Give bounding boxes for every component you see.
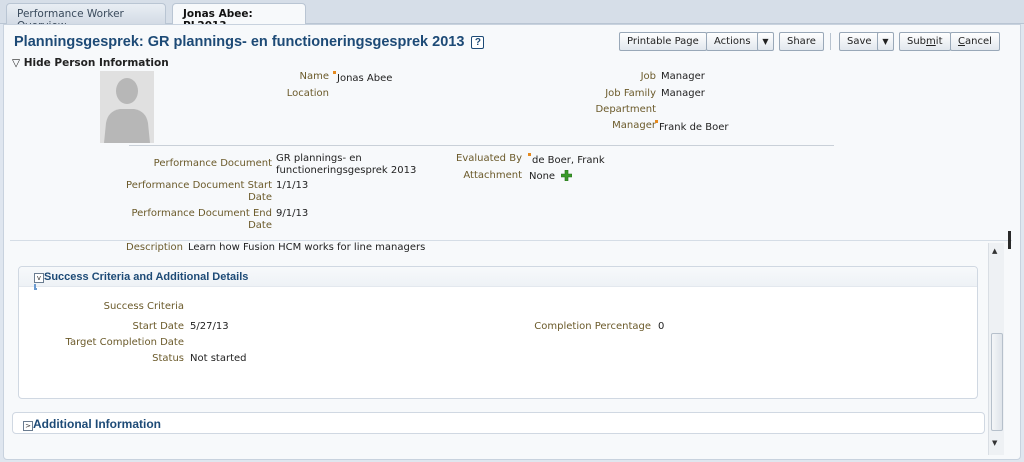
save-dropdown-icon[interactable]: ▼ — [877, 32, 894, 51]
performance-document-start-label: Performance Document Start Date — [126, 180, 272, 203]
completion-percentage-label: Completion Percentage — [534, 321, 651, 332]
tab-performance-worker-overview[interactable]: Performance Worker Overview — [6, 3, 166, 32]
toolbar-separator — [830, 33, 831, 50]
status-label: Status — [152, 353, 184, 364]
splitter-handle[interactable] — [1008, 231, 1014, 249]
help-icon[interactable]: ? — [471, 36, 485, 49]
additional-information-panel[interactable]: > Additional Information — [12, 412, 985, 434]
tab-jonas-abee-pl2013[interactable]: Jonas Abee: PL2013 — [172, 3, 306, 32]
completion-percentage-value: 0 — [658, 321, 665, 332]
job-family-value: Manager — [661, 88, 705, 99]
tab-bar: Performance Worker Overview Jonas Abee: … — [0, 0, 1024, 32]
add-attachment-icon[interactable] — [560, 169, 573, 182]
name-label: Name — [299, 71, 329, 82]
scroll-down-icon[interactable]: ▼ — [992, 439, 997, 447]
scroll-up-icon[interactable]: ▲ — [992, 247, 997, 255]
hide-person-information-toggle[interactable]: ▽ Hide Person Information — [12, 57, 169, 69]
avatar — [100, 71, 154, 143]
success-criteria-header[interactable]: v Success Criteria and Additional Details — [19, 267, 977, 287]
job-family-label: Job Family — [605, 88, 656, 99]
required-marker — [528, 153, 531, 156]
target-completion-date-label: Target Completion Date — [65, 337, 184, 348]
scrollbar-thumb[interactable] — [991, 333, 1003, 431]
cancel-button[interactable]: Cancel — [950, 32, 1000, 51]
attachment-label: Attachment — [463, 170, 522, 181]
additional-information-title: Additional Information — [33, 417, 161, 431]
performance-document-label: Performance Document — [153, 158, 272, 169]
location-label: Location — [286, 88, 329, 99]
section-divider — [129, 145, 834, 146]
actions-dropdown-icon[interactable]: ▼ — [757, 32, 774, 51]
submit-button[interactable]: Submit — [899, 32, 951, 51]
page-title: Planningsgesprek: GR plannings- en funct… — [14, 34, 485, 50]
collapse-icon[interactable]: v — [34, 273, 44, 283]
performance-document-end-label: Performance Document End Date — [131, 208, 272, 231]
job-value: Manager — [661, 71, 705, 82]
manager-value: Frank de Boer — [655, 120, 729, 133]
page-title-text: Planningsgesprek: GR plannings- en funct… — [14, 34, 465, 50]
details-scroll-region[interactable]: Description Learn how Fusion HCM works f… — [10, 240, 1012, 456]
start-date-label: Start Date — [132, 321, 184, 332]
person-silhouette-icon — [100, 71, 154, 143]
name-value: Jonas Abee — [333, 71, 392, 84]
attachment-value: None — [529, 169, 573, 182]
success-criteria-title: Success Criteria and Additional Details — [44, 271, 249, 283]
start-date-value: 5/27/13 — [190, 321, 229, 332]
description-value: Learn how Fusion HCM works for line mana… — [188, 242, 426, 253]
performance-document-end-value: 9/1/13 — [276, 208, 309, 219]
status-value: Not started — [190, 353, 247, 364]
required-marker — [655, 120, 658, 123]
vertical-scrollbar[interactable]: ▲ ▼ — [988, 243, 1004, 455]
manager-label: Manager — [612, 120, 656, 131]
save-button[interactable]: Save — [839, 32, 880, 51]
main-content: Planningsgesprek: GR plannings- en funct… — [3, 24, 1021, 460]
share-button[interactable]: Share — [779, 32, 824, 51]
success-criteria-label: Success Criteria — [103, 301, 184, 312]
success-criteria-panel: v Success Criteria and Additional Details… — [18, 266, 978, 399]
performance-document-start-value: 1/1/13 — [276, 180, 309, 191]
actions-button[interactable]: Actions — [706, 32, 759, 51]
expand-icon[interactable]: > — [23, 421, 33, 431]
performance-document-value: GR plannings- en functioneringsgesprek 20… — [276, 153, 417, 176]
department-label: Department — [595, 104, 656, 115]
evaluated-by-value: de Boer, Frank — [528, 153, 605, 166]
evaluated-by-label: Evaluated By — [456, 153, 522, 164]
focus-indicator — [34, 284, 37, 290]
job-label: Job — [640, 71, 656, 82]
printable-page-button[interactable]: Printable Page — [619, 32, 707, 51]
required-marker — [333, 71, 336, 74]
description-label: Description — [126, 242, 183, 253]
